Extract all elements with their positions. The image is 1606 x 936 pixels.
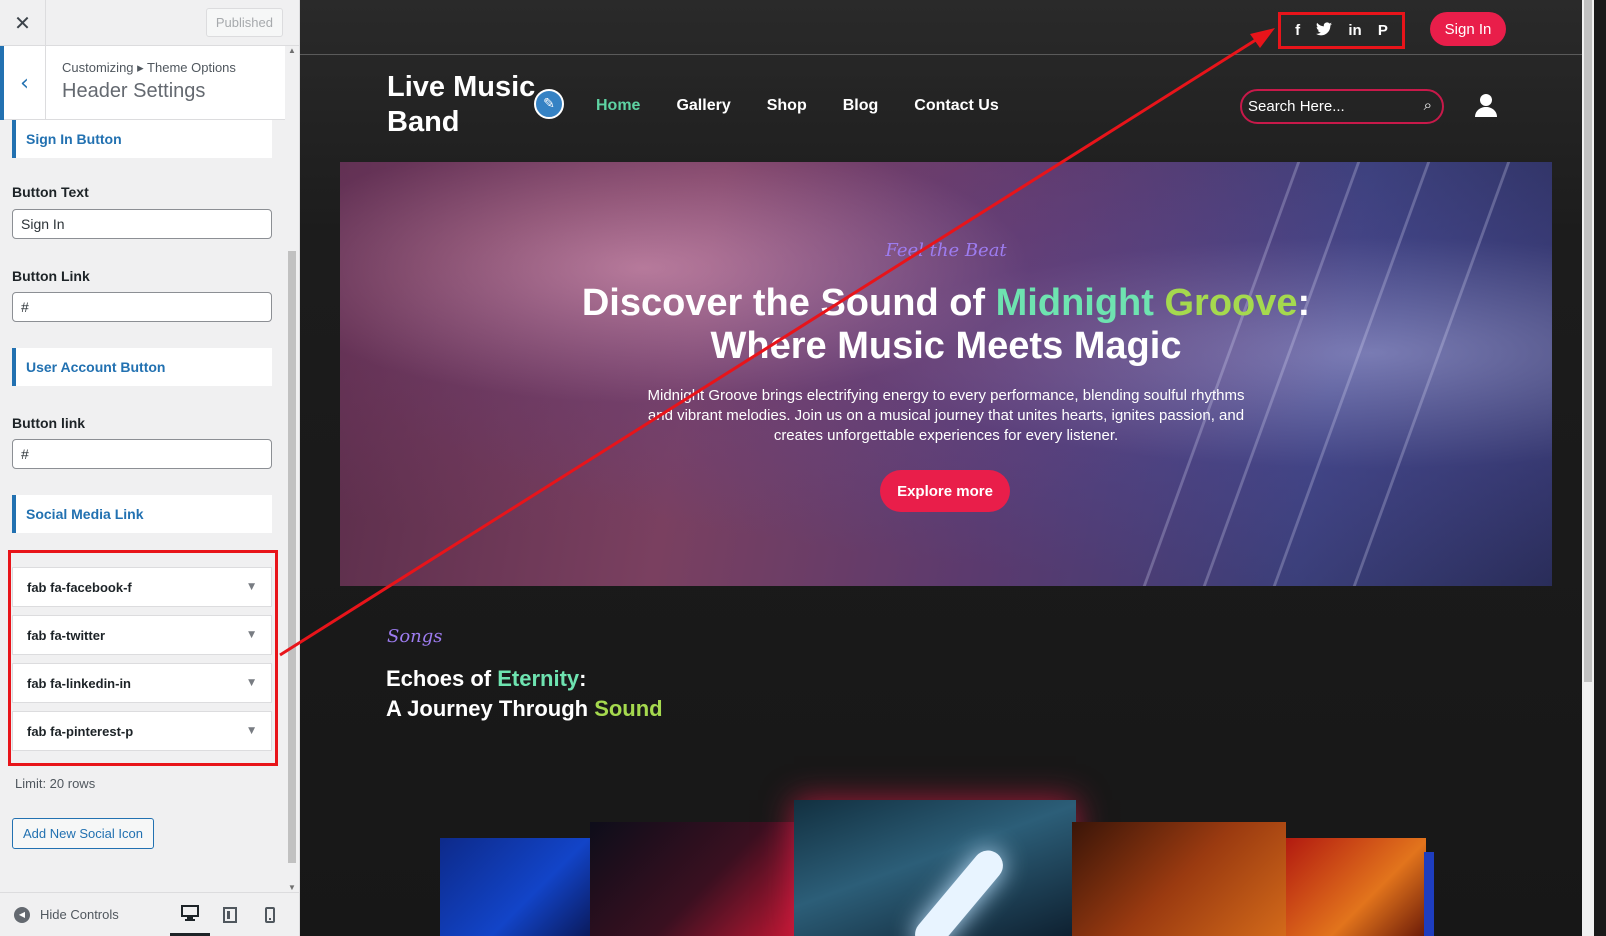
top-bar: f in P Sign In (300, 0, 1594, 55)
nav-item-home[interactable]: Home (596, 97, 640, 115)
linkedin-icon[interactable]: in (1348, 22, 1361, 39)
social-item-label: fab fa-pinterest-p (27, 724, 134, 739)
hero-title: Discover the Sound of Midnight Groove: W… (581, 282, 1311, 367)
preview-scrollbar[interactable] (1582, 0, 1594, 936)
social-item-label: fab fa-twitter (27, 628, 105, 643)
twitter-icon[interactable] (1316, 21, 1333, 40)
user-account-button-heading: User Account Button (12, 348, 272, 386)
collapse-icon: ◀ (14, 906, 30, 923)
search-input[interactable]: Search Here... ⌕ (1240, 89, 1444, 124)
scroll-up-icon[interactable]: ▲ (285, 46, 299, 55)
gallery-image-featured[interactable] (794, 800, 1076, 936)
user-button-link-input[interactable] (12, 439, 272, 469)
edit-shortcut-icon[interactable]: ✎ (534, 89, 564, 119)
facebook-icon[interactable]: f (1295, 22, 1300, 39)
button-link-label: Button Link (12, 268, 90, 284)
nav-item-blog[interactable]: Blog (843, 97, 879, 115)
scroll-down-icon[interactable]: ▼ (285, 883, 299, 892)
user-account-icon[interactable] (1475, 93, 1497, 117)
desktop-icon[interactable] (170, 893, 210, 936)
social-item-linkedin[interactable]: fab fa-linkedin-in ▼ (12, 663, 272, 703)
user-button-link-label: Button link (12, 415, 86, 431)
close-icon[interactable]: ✕ (0, 0, 46, 46)
nav-item-gallery[interactable]: Gallery (676, 97, 730, 115)
gallery-image[interactable] (1072, 822, 1286, 936)
caret-down-icon: ▼ (248, 582, 255, 592)
add-social-icon-button[interactable]: Add New Social Icon (12, 818, 154, 849)
device-switcher (170, 893, 290, 936)
sign-in-button[interactable]: Sign In (1430, 12, 1506, 46)
tablet-icon[interactable] (210, 893, 250, 936)
social-item-twitter[interactable]: fab fa-twitter ▼ (12, 615, 272, 655)
hide-controls-label: Hide Controls (40, 907, 119, 922)
songs-tagline: Songs (387, 626, 443, 647)
logo-line2: Band (387, 106, 460, 138)
button-text-input[interactable] (12, 209, 272, 239)
hero-tagline: Feel the Beat (885, 240, 1007, 261)
hero-banner: Feel the Beat Discover the Sound of Midn… (340, 162, 1552, 586)
limit-text: Limit: 20 rows (15, 776, 96, 791)
songs-title: Echoes of Eternity: A Journey Through So… (386, 666, 663, 721)
explore-more-button[interactable]: Explore more (880, 470, 1010, 512)
customizer-footer: ◀ Hide Controls (0, 892, 299, 936)
search-icon[interactable]: ⌕ (1424, 96, 1432, 114)
customizer-header: ✕ Published (0, 0, 299, 46)
back-arrow-icon[interactable]: ‹ (0, 46, 46, 120)
social-item-facebook[interactable]: fab fa-facebook-f ▼ (12, 567, 272, 607)
social-item-label: fab fa-linkedin-in (27, 676, 131, 691)
logo-line1: Live Music (387, 71, 536, 103)
customizer-scrollbar[interactable]: ▲ ▼ (285, 46, 299, 892)
site-logo[interactable]: Live Music Band (387, 70, 547, 140)
caret-down-icon: ▼ (248, 678, 255, 688)
customizer-panel: ✕ Published ‹ Customizing ▸ Theme Option… (0, 0, 300, 936)
hide-controls-button[interactable]: ◀ Hide Controls (14, 906, 119, 923)
button-link-input[interactable] (12, 292, 272, 322)
gallery-image[interactable] (1286, 838, 1426, 936)
caret-down-icon: ▼ (248, 726, 255, 736)
search-placeholder: Search Here... (1248, 98, 1345, 115)
social-media-link-heading: Social Media Link (12, 495, 272, 533)
sign-in-button-heading: Sign In Button (12, 120, 272, 158)
button-text-label: Button Text (12, 184, 89, 200)
scrollbar-thumb[interactable] (288, 251, 296, 863)
gallery-image[interactable] (590, 822, 800, 936)
hero-description: Midnight Groove brings electrifying ener… (647, 387, 1245, 444)
section-header: ‹ Customizing ▸ Theme Options Header Set… (0, 46, 299, 120)
pinterest-icon[interactable]: P (1378, 22, 1388, 39)
gallery-image[interactable] (440, 838, 590, 936)
mobile-icon[interactable] (250, 893, 290, 936)
gallery-image[interactable] (1424, 852, 1434, 936)
nav-item-contact[interactable]: Contact Us (914, 97, 998, 115)
social-item-pinterest[interactable]: fab fa-pinterest-p ▼ (12, 711, 272, 751)
scrollbar-thumb[interactable] (1584, 0, 1592, 682)
caret-down-icon: ▼ (248, 630, 255, 640)
social-item-label: fab fa-facebook-f (27, 580, 132, 595)
main-nav: Home Gallery Shop Blog Contact Us (596, 97, 999, 115)
breadcrumb: Customizing ▸ Theme Options (62, 60, 236, 75)
social-icons-highlight: f in P (1278, 12, 1405, 49)
section-title: Header Settings (62, 80, 206, 102)
published-button[interactable]: Published (205, 8, 283, 37)
customizer-controls: Sign In Button Button Text Button Link U… (0, 120, 286, 892)
nav-item-shop[interactable]: Shop (767, 97, 807, 115)
site-preview: f in P Sign In Live Music Band ✎ Home Ga… (300, 0, 1594, 936)
